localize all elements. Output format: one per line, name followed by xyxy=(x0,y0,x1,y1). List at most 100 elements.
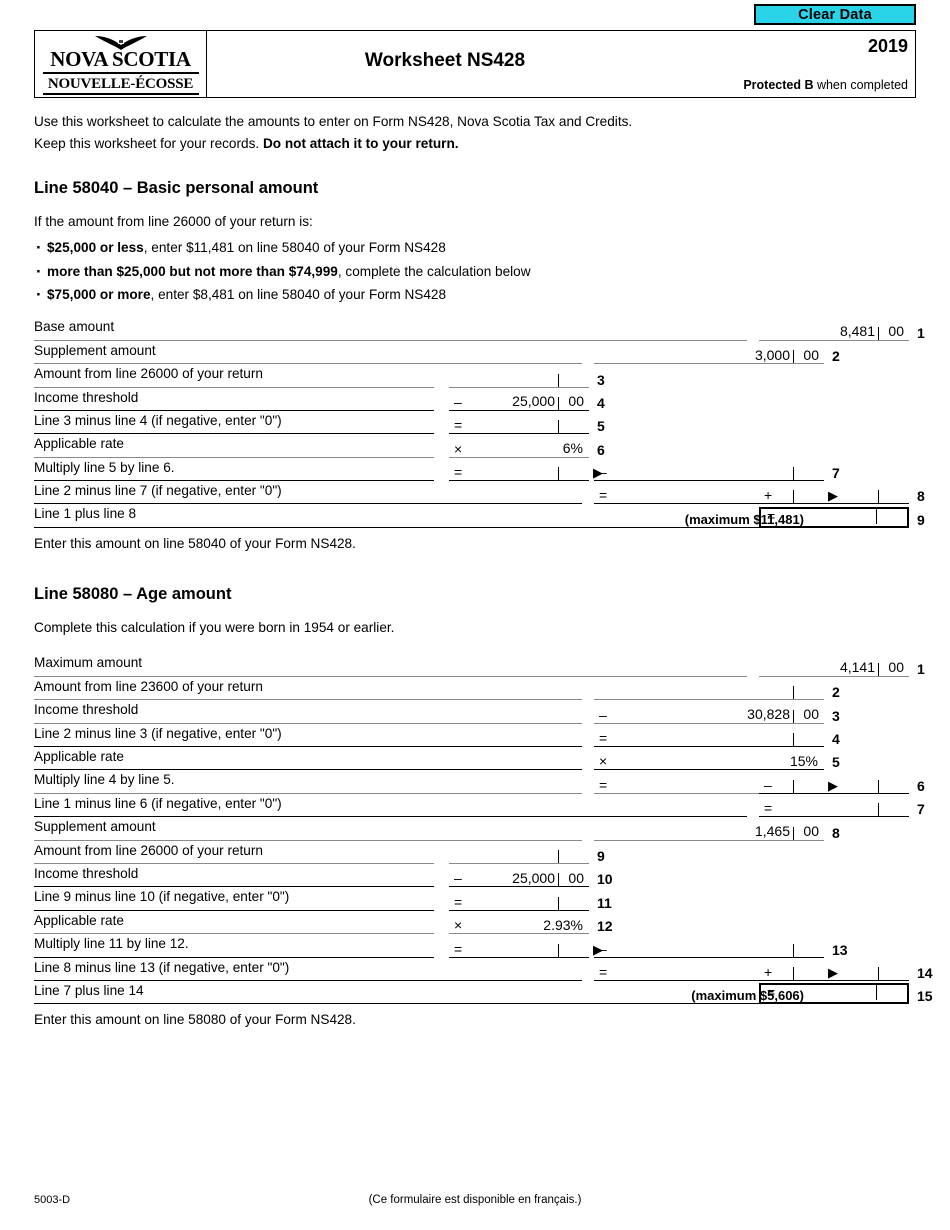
calculation-row: Multiply line 5 by line 6. = ▶ –7 xyxy=(34,458,916,482)
clear-data-button[interactable]: Clear Data xyxy=(754,4,916,25)
operator-sign: = xyxy=(764,800,773,817)
amount-field[interactable]: – 00 25,000 xyxy=(449,864,589,888)
logo-text-en: NOVA SCOTIA xyxy=(42,48,199,74)
amount-field[interactable]: × 6% xyxy=(449,434,589,458)
calculation-row: Multiply line 11 by line 12. = ▶ –13 xyxy=(34,934,916,958)
amount-value: 6% xyxy=(562,440,583,457)
calculation-row: Amount from line 26000 of your return 3 xyxy=(34,364,916,388)
amount-field[interactable]: 00 1,465 xyxy=(594,817,824,841)
cents-divider xyxy=(878,803,879,817)
french-availability-note: (Ce formulaire est disponible en françai… xyxy=(368,1194,582,1206)
calculation-row: Line 1 plus line 8 = (maximum $11,481) 9 xyxy=(34,504,925,528)
row-underline xyxy=(34,341,582,365)
cents-divider xyxy=(793,943,794,957)
bullet-rest: , complete the calculation below xyxy=(337,263,531,279)
list-item: more than $25,000 but not more than $74,… xyxy=(34,259,916,284)
cents-divider xyxy=(793,709,794,723)
cents-divider xyxy=(793,467,794,481)
line-number: 10 xyxy=(597,871,613,888)
worksheet-page: Clear Data NOVA SCOTIA NOUVELLE-ÉCOSSE W… xyxy=(0,0,950,1230)
amount-field[interactable]: 00 8,481 xyxy=(759,317,909,341)
amount-field[interactable]: 00 4,141 xyxy=(759,653,909,677)
amount-field[interactable]: = xyxy=(449,411,589,435)
row-underline xyxy=(34,434,434,458)
bullet-bold: more than $25,000 but not more than $74,… xyxy=(47,263,338,279)
row-underline xyxy=(34,481,582,505)
carry-amount-field[interactable]: + xyxy=(759,958,909,981)
amount-field[interactable]: × 15% xyxy=(594,747,824,771)
row-underline xyxy=(34,864,434,888)
operator-sign: – xyxy=(454,870,462,887)
calculation-row: Line 1 minus line 6 (if negative, enter … xyxy=(34,794,925,818)
amount-field[interactable]: = xyxy=(594,724,824,747)
cents-divider xyxy=(878,662,879,676)
operator-sign: = xyxy=(599,776,608,793)
line-number: 6 xyxy=(597,441,605,458)
cents-divider xyxy=(876,507,877,524)
amount-field[interactable]: = xyxy=(449,458,589,482)
operator-sign: – xyxy=(599,940,607,957)
row-underline xyxy=(34,934,434,958)
line-number: 12 xyxy=(597,918,613,935)
amount-value: 1,465 xyxy=(754,823,790,840)
amount-field[interactable] xyxy=(449,364,589,388)
calculation-row: Applicable rate × 15% 5 xyxy=(34,747,916,771)
amount-field[interactable]: = xyxy=(759,794,909,818)
cents-divider xyxy=(558,873,559,887)
cents-divider xyxy=(558,373,559,387)
intro-line-2: Keep this worksheet for your records. Do… xyxy=(34,133,916,155)
maximum-note: (maximum $5,606) xyxy=(691,988,804,1004)
calculation-row: Amount from line 23600 of your return 2 xyxy=(34,677,916,701)
line-number: 5 xyxy=(597,418,605,435)
amount-field[interactable]: × 2.93% xyxy=(449,911,589,935)
operator-sign: = xyxy=(454,893,463,910)
amount-field[interactable] xyxy=(449,841,589,864)
line-number: 11 xyxy=(597,894,612,911)
carry-amount-field[interactable]: – xyxy=(594,934,824,958)
calculation-row: Supplement amount 00 1,465 8 xyxy=(34,817,916,841)
line-number: 1 xyxy=(917,324,925,341)
amount-field[interactable]: = xyxy=(449,934,589,958)
row-underline xyxy=(34,458,434,482)
intro-line-2-bold: Do not attach it to your return. xyxy=(262,136,459,152)
calculation-row: Multiply line 4 by line 5. = ▶ –6 xyxy=(34,770,925,794)
cents-divider xyxy=(558,896,559,910)
logo-text-fr: NOUVELLE-ÉCOSSE xyxy=(42,76,199,95)
cents-divider xyxy=(558,420,559,434)
section-2-calculation-table: Maximum amount 00 4,141 1 Amount from line 2… xyxy=(34,653,933,1005)
line-number: 1 xyxy=(917,660,925,677)
protected-b-bold: Protected B xyxy=(743,78,814,92)
amount-value: 4,141 xyxy=(839,659,875,676)
section-2-after-note: Enter this amount on line 58080 of your … xyxy=(34,1012,356,1028)
cents-divider xyxy=(793,826,794,840)
maximum-note: (maximum $11,481) xyxy=(684,511,804,527)
cents-divider xyxy=(878,490,879,504)
row-underline xyxy=(34,887,434,911)
carry-amount-field[interactable]: + xyxy=(759,481,909,505)
section-2-intro: Complete this calculation if you were bo… xyxy=(34,619,395,635)
toolbar: Clear Data xyxy=(34,0,916,25)
amount-field[interactable]: 00 3,000 xyxy=(594,341,824,365)
operator-sign: = xyxy=(599,487,608,504)
carry-amount-field[interactable]: – xyxy=(594,458,824,482)
calculation-row: Line 3 minus line 4 (if negative, enter … xyxy=(34,411,916,435)
form-header: NOVA SCOTIA NOUVELLE-ÉCOSSE Worksheet NS… xyxy=(34,30,916,98)
row-underline xyxy=(34,653,747,677)
calculation-row: Base amount 00 8,481 1 xyxy=(34,317,925,341)
amount-field[interactable]: – 00 25,000 xyxy=(449,388,589,411)
line-number: 6 xyxy=(917,777,925,794)
carry-amount-field[interactable]: – xyxy=(759,770,909,794)
amount-value: 15% xyxy=(789,752,818,769)
row-underline xyxy=(34,317,747,341)
line-number: 15 xyxy=(917,988,933,1005)
amount-field[interactable]: – 00 30,828 xyxy=(594,700,824,724)
calculation-row: Line 7 plus line 14 = (maximum $5,606) 15 xyxy=(34,981,933,1005)
operator-sign: + xyxy=(764,487,773,504)
row-underline xyxy=(34,770,582,794)
amount-field[interactable] xyxy=(594,677,824,701)
operator-sign: = xyxy=(454,464,463,481)
row-underline xyxy=(34,794,747,818)
cents-divider xyxy=(558,849,559,863)
calculation-row: Line 8 minus line 13 (if negative, enter… xyxy=(34,958,933,981)
amount-field[interactable]: = xyxy=(449,887,589,911)
